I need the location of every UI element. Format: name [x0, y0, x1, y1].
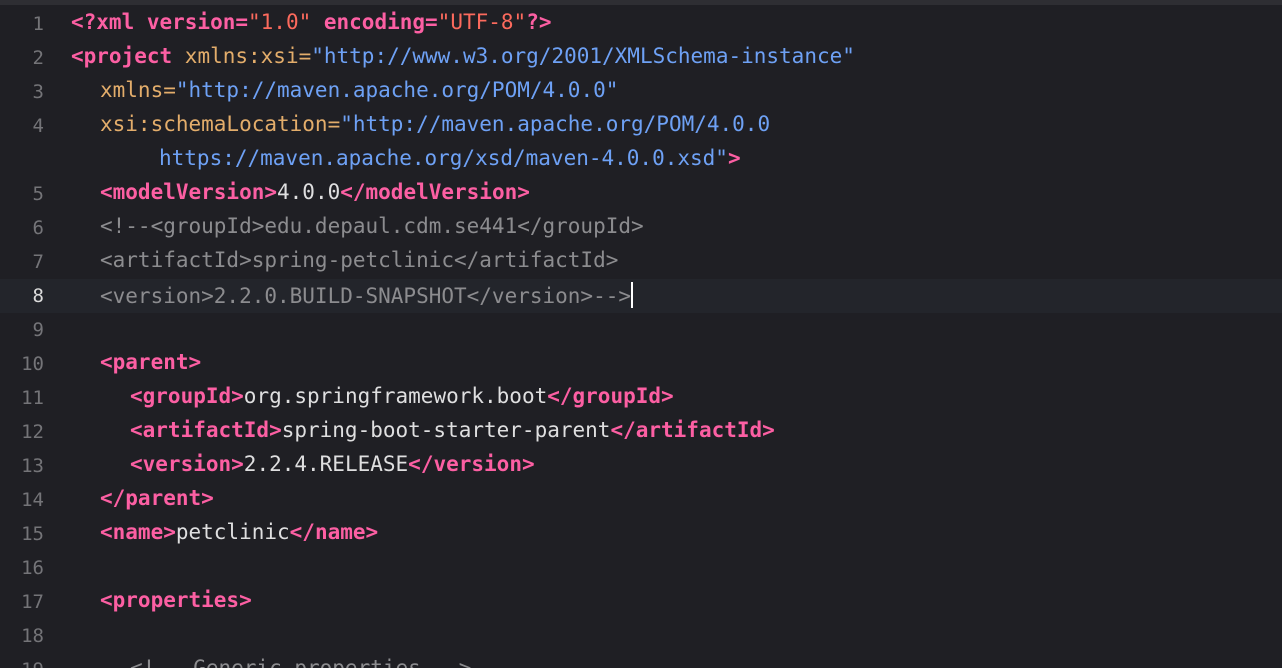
- xml-attr-encoding-value: "UTF-8": [437, 10, 527, 34]
- line-number: 11: [21, 387, 44, 409]
- code-line[interactable]: 6 <!--<groupId>edu.depaul.cdm.se441</gro…: [0, 211, 1282, 245]
- code-line[interactable]: 9: [0, 313, 1282, 347]
- schema-location-value: "http://maven.apache.org/POM/4.0.0: [340, 112, 771, 136]
- comment-text: <version>2.2.0.BUILD-SNAPSHOT</version>-…: [100, 284, 632, 308]
- code-line[interactable]: 11 <groupId>org.springframework.boot</gr…: [0, 381, 1282, 415]
- version-close-tag: </version>: [408, 452, 535, 476]
- parent-close-tag: </parent>: [100, 486, 214, 510]
- code-line[interactable]: 4 xsi:schemaLocation="http://maven.apach…: [0, 109, 1282, 143]
- artifact-id-open-tag: <artifactId>: [130, 418, 282, 442]
- line-number: 15: [21, 523, 44, 545]
- code-line[interactable]: 2 <project xmlns:xsi="http://www.w3.org/…: [0, 41, 1282, 75]
- group-id-value: org.springframework.boot: [243, 384, 548, 408]
- xml-declaration-open: <?xml: [71, 10, 135, 34]
- code-line[interactable]: 13 <version>2.2.4.RELEASE</version>: [0, 449, 1282, 483]
- name-close-tag: </name>: [289, 520, 379, 544]
- line-number: 1: [32, 13, 44, 35]
- xmlns-xsi-attr: xmlns:xsi=: [172, 44, 312, 68]
- text-cursor: [631, 282, 634, 308]
- xmlns-attr: xmlns=: [100, 78, 176, 102]
- schema-location-attr: xsi:schemaLocation=: [100, 112, 341, 136]
- code-line[interactable]: 17 <properties>: [0, 585, 1282, 619]
- code-line-wrap[interactable]: https://maven.apache.org/xsd/maven-4.0.0…: [0, 143, 1282, 177]
- model-version-close-tag: </modelVersion>: [340, 180, 530, 204]
- code-line[interactable]: 7 <artifactId>spring-petclinic</artifact…: [0, 245, 1282, 279]
- code-line[interactable]: 18: [0, 619, 1282, 653]
- xml-attr-encoding: encoding=: [311, 10, 438, 34]
- model-version-open-tag: <modelVersion>: [100, 180, 278, 204]
- schema-location-value-cont: https://maven.apache.org/xsd/maven-4.0.0…: [159, 146, 728, 170]
- code-line[interactable]: 12 <artifactId>spring-boot-starter-paren…: [0, 415, 1282, 449]
- xml-attr-version: version=: [134, 10, 249, 34]
- line-number: 18: [21, 625, 44, 647]
- code-editor[interactable]: 1 <?xml version="1.0" encoding="UTF-8"?>…: [0, 0, 1282, 668]
- line-number: 2: [32, 47, 44, 69]
- line-number: 8: [32, 285, 44, 307]
- comment-text: <artifactId>spring-petclinic</artifactId…: [100, 248, 619, 272]
- code-line[interactable]: 1 <?xml version="1.0" encoding="UTF-8"?>: [0, 7, 1282, 41]
- artifact-id-close-tag: </artifactId>: [610, 418, 775, 442]
- project-open-tag-close: >: [727, 146, 741, 170]
- version-open-tag: <version>: [130, 452, 244, 476]
- comment-text: <!--<groupId>edu.depaul.cdm.se441</group…: [100, 214, 644, 238]
- parent-open-tag: <parent>: [100, 350, 202, 374]
- xmlns-xsi-value: "http://www.w3.org/2001/XMLSchema-instan…: [311, 44, 855, 68]
- line-number: 7: [32, 251, 44, 273]
- xml-attr-version-value: "1.0": [248, 10, 312, 34]
- code-line[interactable]: 19 <!-- Generic properties -->: [0, 653, 1282, 668]
- group-id-open-tag: <groupId>: [130, 384, 244, 408]
- model-version-value: 4.0.0: [277, 180, 341, 204]
- line-number: 3: [32, 81, 44, 103]
- line-number: 5: [32, 183, 44, 205]
- comment-text: <!-- Generic properties -->: [130, 656, 472, 668]
- version-value: 2.2.4.RELEASE: [243, 452, 409, 476]
- line-number: 17: [21, 591, 44, 613]
- group-id-close-tag: </groupId>: [547, 384, 674, 408]
- properties-open-tag: <properties>: [100, 588, 252, 612]
- code-line[interactable]: 3 xmlns="http://maven.apache.org/POM/4.0…: [0, 75, 1282, 109]
- xmlns-value: "http://maven.apache.org/POM/4.0.0": [175, 78, 619, 102]
- line-number: 10: [21, 353, 44, 375]
- code-line[interactable]: 16: [0, 551, 1282, 585]
- code-line[interactable]: 14 </parent>: [0, 483, 1282, 517]
- line-number: 13: [21, 455, 44, 477]
- project-open-tag: <project: [71, 44, 173, 68]
- xml-declaration-close: ?>: [526, 10, 552, 34]
- line-number: 6: [32, 217, 44, 239]
- line-number: 9: [32, 319, 44, 341]
- line-number: 16: [21, 557, 44, 579]
- line-number: 4: [32, 115, 44, 137]
- line-number: 19: [0, 659, 44, 668]
- code-line-current[interactable]: 8 <version>2.2.0.BUILD-SNAPSHOT</version…: [0, 279, 1282, 313]
- name-open-tag: <name>: [100, 520, 176, 544]
- code-line[interactable]: 15 <name>petclinic</name>: [0, 517, 1282, 551]
- code-line[interactable]: 5 <modelVersion>4.0.0</modelVersion>: [0, 177, 1282, 211]
- line-number: 12: [21, 421, 44, 443]
- name-value: petclinic: [175, 520, 290, 544]
- code-line[interactable]: 10 <parent>: [0, 347, 1282, 381]
- line-number: 14: [21, 489, 44, 511]
- artifact-id-value: spring-boot-starter-parent: [281, 418, 611, 442]
